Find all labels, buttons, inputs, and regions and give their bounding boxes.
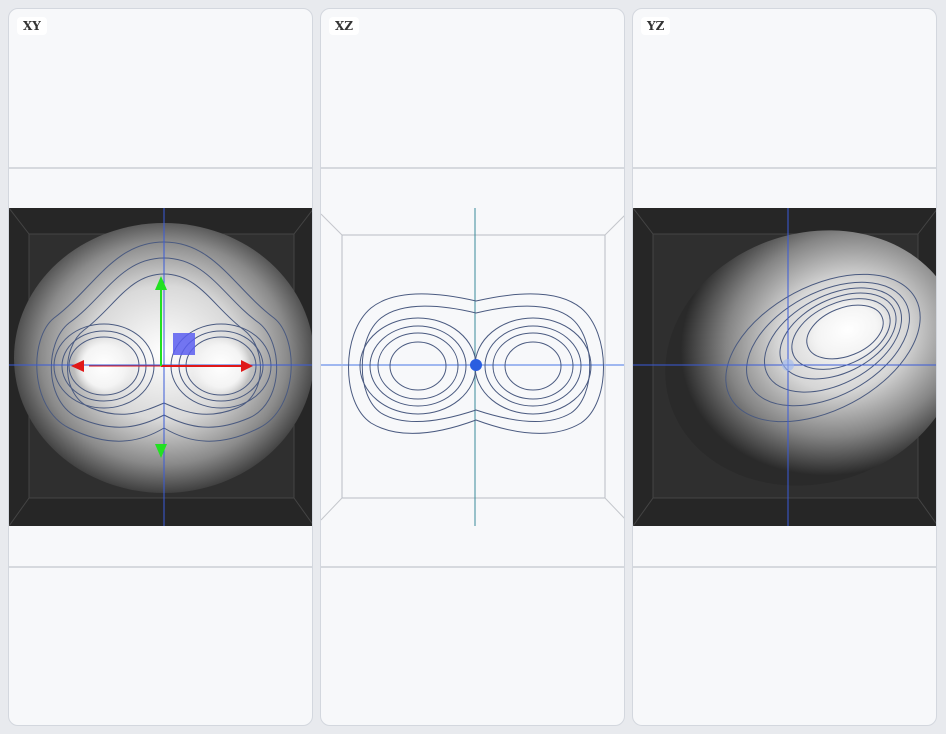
- viewport-label-xy: XY: [17, 17, 47, 35]
- viewport-label-yz: YZ: [641, 17, 671, 35]
- position-marker[interactable]: [470, 359, 482, 371]
- divider-bottom: [321, 566, 624, 568]
- z-handle-icon[interactable]: [173, 333, 195, 355]
- divider-bottom: [9, 566, 312, 568]
- viewport-xz[interactable]: XZ: [320, 8, 625, 726]
- viewport-label-xz: XZ: [329, 17, 360, 35]
- viewport-xy[interactable]: XY: [8, 8, 313, 726]
- divider-top: [321, 167, 624, 169]
- yz-render[interactable]: [633, 208, 936, 526]
- divider-top: [9, 167, 312, 169]
- divider-top: [633, 167, 936, 169]
- viewport-yz[interactable]: YZ: [632, 8, 937, 726]
- xz-render[interactable]: [321, 208, 624, 526]
- position-marker[interactable]: [782, 359, 794, 371]
- divider-bottom: [633, 566, 936, 568]
- xy-render[interactable]: [9, 208, 312, 526]
